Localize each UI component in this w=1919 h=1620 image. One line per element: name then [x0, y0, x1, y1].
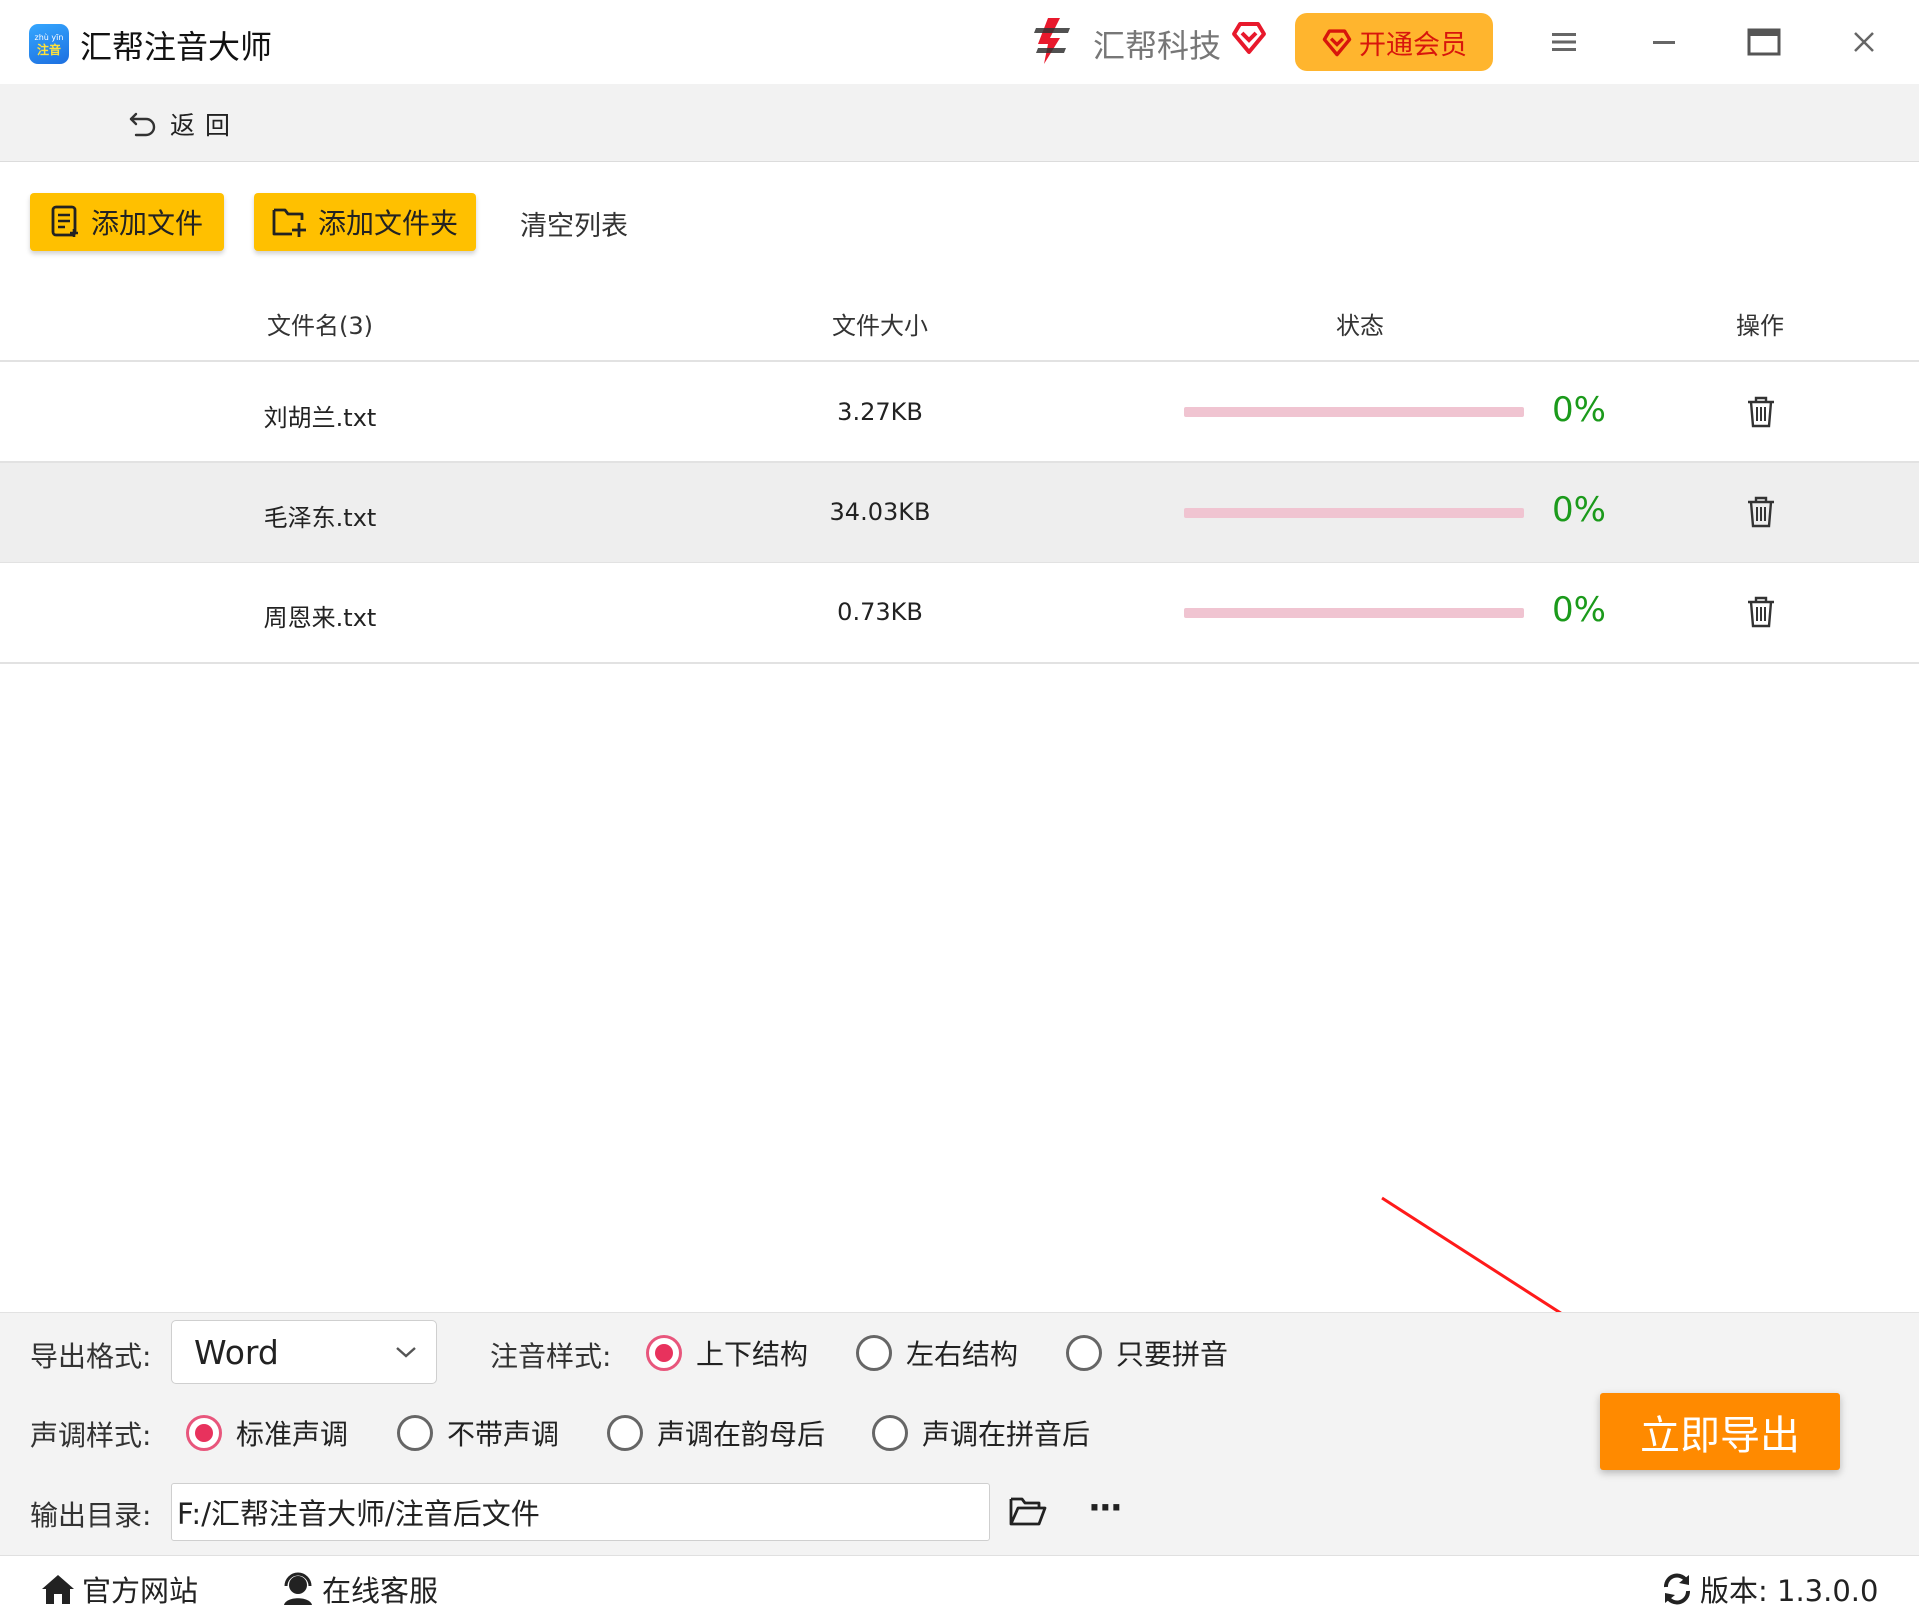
export-button[interactable]: 立即导出	[1600, 1393, 1840, 1470]
back-button[interactable]: 返回	[128, 106, 240, 142]
column-header-filesize: 文件大小	[832, 312, 928, 340]
radio-tone-after-pinyin[interactable]: 声调在拼音后	[872, 1413, 1090, 1453]
style-label: 注音样式:	[490, 1340, 612, 1373]
add-folder-button[interactable]: 添加文件夹	[254, 193, 476, 251]
back-arrow-icon	[129, 112, 156, 137]
radio-circle	[856, 1335, 892, 1371]
radio-style-pinyin-only[interactable]: 只要拼音	[1066, 1333, 1228, 1373]
minimize-button[interactable]	[1644, 22, 1684, 62]
file-name: 刘胡兰.txt	[263, 404, 377, 432]
add-folder-label: 添加文件夹	[317, 207, 458, 240]
folder-open-icon[interactable]	[1008, 1494, 1048, 1528]
radio-style-vertical[interactable]: 上下结构	[646, 1333, 808, 1373]
minimize-icon	[1653, 41, 1675, 44]
radio-style-horizontal[interactable]: 左右结构	[856, 1333, 1018, 1373]
format-label: 导出格式:	[30, 1340, 152, 1373]
close-icon	[1854, 32, 1874, 52]
delete-icon[interactable]	[1745, 495, 1777, 529]
official-website-link[interactable]: 官方网站	[40, 1568, 198, 1610]
radio-circle	[646, 1335, 682, 1371]
progress-percent: 0%	[1552, 590, 1606, 630]
customer-service-icon	[284, 1572, 312, 1605]
vip-label: 开通会员	[1359, 29, 1467, 61]
clear-list-button[interactable]: 清空列表	[520, 204, 628, 243]
output-label: 输出目录:	[30, 1499, 152, 1532]
add-file-button[interactable]: 添加文件	[30, 193, 224, 251]
output-path-field[interactable]: F:/汇帮注音大师/注音后文件	[171, 1483, 990, 1541]
more-options-button[interactable]: ···	[1088, 1488, 1123, 1528]
add-folder-icon	[272, 208, 306, 237]
file-size: 3.27KB	[837, 398, 923, 426]
refresh-icon	[1664, 1573, 1690, 1605]
delete-icon[interactable]	[1745, 395, 1777, 429]
back-label: 返回	[170, 111, 241, 140]
maximize-button[interactable]	[1744, 22, 1784, 62]
app-title: 汇帮注音大师	[80, 28, 273, 66]
diamond-heart-icon	[1322, 29, 1352, 57]
file-name: 毛泽东.txt	[263, 504, 377, 532]
progress-percent: 0%	[1552, 490, 1606, 530]
add-file-label: 添加文件	[90, 207, 203, 240]
format-select[interactable]: Word	[171, 1320, 437, 1384]
back-bar	[0, 84, 1919, 162]
close-button[interactable]	[1844, 22, 1884, 62]
radio-circle	[186, 1415, 222, 1451]
radio-circle	[607, 1415, 643, 1451]
hamburger-menu-icon	[1552, 33, 1576, 51]
radio-circle	[397, 1415, 433, 1451]
format-value: Word	[194, 1332, 279, 1372]
menu-button[interactable]	[1544, 22, 1584, 62]
tone-label: 声调样式:	[30, 1419, 152, 1452]
progress-bar	[1184, 508, 1524, 518]
brand-name: 汇帮科技	[1093, 27, 1222, 65]
radio-circle	[1066, 1335, 1102, 1371]
radio-circle	[872, 1415, 908, 1451]
diamond-heart-icon	[1232, 22, 1266, 54]
home-icon	[42, 1575, 74, 1604]
column-header-actions: 操作	[1736, 312, 1784, 340]
file-size: 0.73KB	[837, 598, 923, 626]
version-info: 版本: 1.3.0.0	[1660, 1568, 1878, 1610]
title-bar	[0, 0, 1919, 85]
column-header-status: 状态	[1336, 312, 1384, 340]
progress-bar	[1184, 407, 1524, 417]
delete-icon[interactable]	[1745, 595, 1777, 629]
vip-button[interactable]: 开通会员	[1295, 13, 1493, 71]
radio-tone-after-final[interactable]: 声调在韵母后	[607, 1413, 825, 1453]
add-file-icon	[51, 205, 78, 237]
progress-bar	[1184, 608, 1524, 618]
column-header-filename: 文件名(3)	[267, 312, 373, 340]
online-support-link[interactable]: 在线客服	[280, 1568, 438, 1610]
file-name: 周恩来.txt	[263, 604, 377, 632]
file-size: 34.03KB	[829, 498, 931, 526]
chevron-down-icon	[396, 1347, 416, 1358]
radio-tone-standard[interactable]: 标准声调	[186, 1413, 348, 1453]
app-logo-icon: zhù yīn 注音	[29, 24, 69, 64]
progress-percent: 0%	[1552, 390, 1606, 430]
radio-tone-none[interactable]: 不带声调	[397, 1413, 559, 1453]
brand-logo-icon	[1034, 18, 1070, 64]
maximize-icon	[1747, 28, 1781, 56]
